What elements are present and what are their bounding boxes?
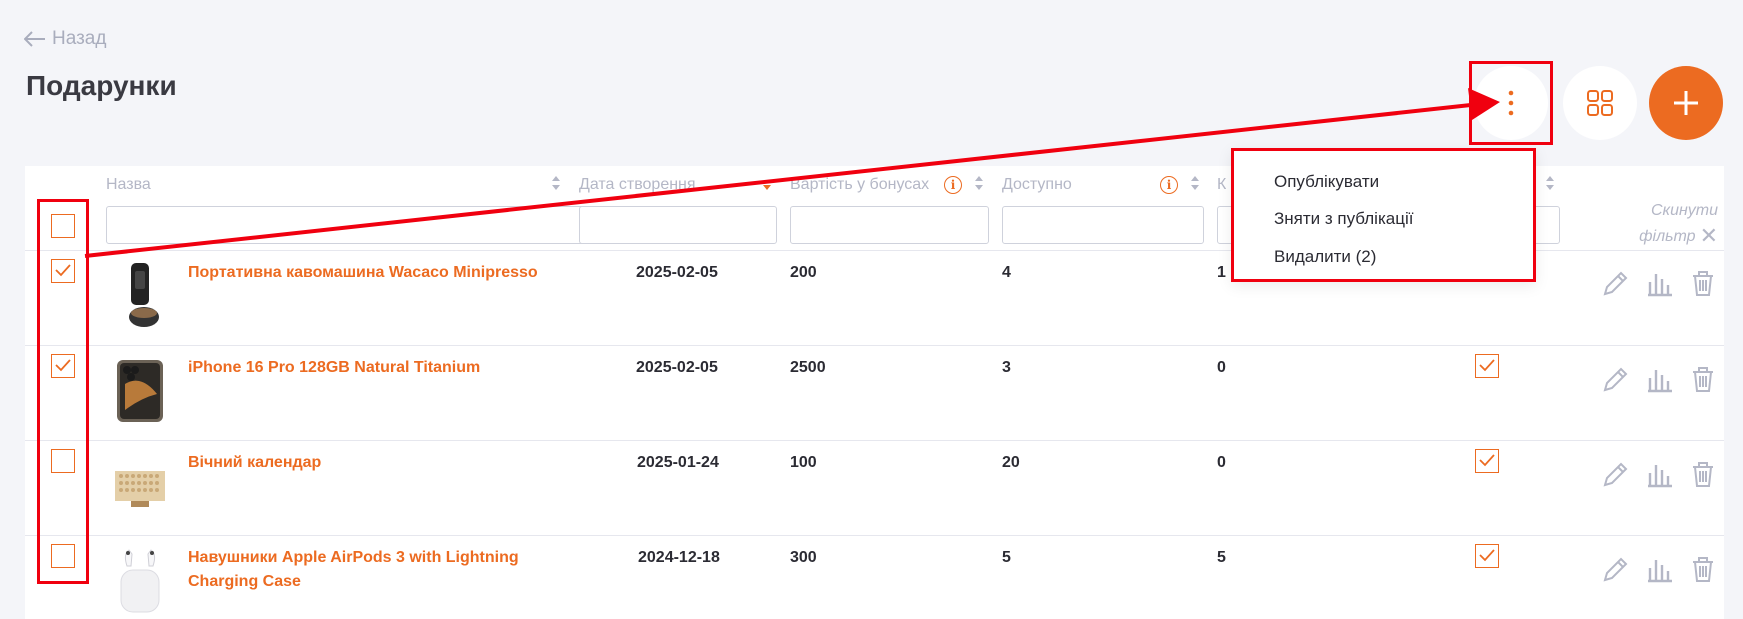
grid-view-button[interactable] [1563,66,1637,140]
date-cell: 2024-12-18 [638,549,720,566]
edit-icon[interactable] [1601,459,1631,489]
menu-item-unpublish[interactable]: Зняти з публікації [1274,209,1413,229]
cost-cell: 2500 [790,359,826,376]
count-cell: 0 [1217,359,1226,376]
product-image [129,263,159,327]
published-checkbox[interactable] [1475,354,1499,378]
product-name-link[interactable]: iPhone 16 Pro 128GB Natural Titanium [188,356,558,380]
table-row: Навушники Apple AirPods 3 with Lightning… [25,535,1724,619]
product-image [117,360,163,422]
more-vertical-icon [1508,90,1514,116]
count-cell: 5 [1217,549,1226,566]
table-row: iPhone 16 Pro 128GB Natural Titanium 202… [25,345,1724,440]
cost-cell: 300 [790,549,817,566]
checkmark-icon [1479,359,1495,372]
filter-name-input[interactable] [106,206,592,244]
trash-icon[interactable] [1688,554,1718,584]
filter-date-input[interactable] [579,206,777,244]
published-checkbox[interactable] [1475,449,1499,473]
column-header-count[interactable]: К [1217,176,1226,194]
product-name-link[interactable]: Навушники Apple AirPods 3 with Lightning… [188,546,558,594]
trash-icon[interactable] [1688,459,1718,489]
select-all-checkbox[interactable] [51,214,75,238]
column-header-cost[interactable]: Вартість у бонусах [790,176,929,194]
column-header-available[interactable]: Доступно [1002,176,1072,194]
sort-icon[interactable] [974,174,984,192]
cost-cell: 200 [790,264,817,281]
page-title: Подарунки [26,70,177,101]
edit-icon[interactable] [1601,554,1631,584]
reset-filter-label: Скинути [1650,202,1718,219]
sort-icon[interactable] [1545,174,1555,192]
edit-icon[interactable] [1601,364,1631,394]
row-checkbox[interactable] [51,449,75,473]
stats-icon[interactable] [1645,364,1675,394]
checkmark-icon [55,359,71,372]
available-cell: 4 [1002,264,1011,281]
info-icon[interactable]: i [1160,176,1178,194]
reset-filter-label: фільтр [1639,228,1696,245]
published-checkbox[interactable] [1475,544,1499,568]
available-cell: 5 [1002,549,1011,566]
count-cell: 1 [1217,264,1226,281]
date-cell: 2025-02-05 [636,264,718,281]
plus-icon [1674,91,1698,115]
trash-icon[interactable] [1688,268,1718,298]
product-name-link[interactable]: Вічний календар [188,451,558,475]
reset-filter-button[interactable]: Скинути фільтр ✕ [1628,198,1718,249]
arrow-left-icon [24,31,45,47]
back-link[interactable]: Назад [24,28,106,50]
available-cell: 20 [1002,454,1020,471]
row-checkbox[interactable] [51,544,75,568]
stats-icon[interactable] [1645,268,1675,298]
close-icon: ✕ [1699,223,1718,248]
sort-icon[interactable] [1190,174,1200,192]
info-icon[interactable]: i [944,176,962,194]
count-cell: 0 [1217,454,1226,471]
stats-icon[interactable] [1645,459,1675,489]
menu-item-publish[interactable]: Опублікувати [1274,172,1379,192]
sort-icon[interactable] [551,174,561,192]
edit-icon[interactable] [1601,268,1631,298]
column-header-date[interactable]: Дата створення [579,176,724,194]
back-label: Назад [52,28,107,49]
filter-available-input[interactable] [1002,206,1204,244]
product-image [120,549,160,613]
checkmark-icon [1479,454,1495,467]
menu-item-delete[interactable]: Видалити (2) [1274,247,1376,267]
date-cell: 2025-01-24 [637,454,719,471]
filter-cost-input[interactable] [790,206,989,244]
more-actions-button[interactable] [1474,66,1548,140]
grid-icon [1587,90,1613,116]
product-image [115,471,165,507]
bulk-actions-menu: Опублікувати Зняти з публікації Видалити… [1231,148,1536,282]
sort-icon[interactable] [762,174,772,192]
row-checkbox[interactable] [51,259,75,283]
trash-icon[interactable] [1688,364,1718,394]
checkmark-icon [1479,549,1495,562]
stats-icon[interactable] [1645,554,1675,584]
table-row: Вічний календар 2025-01-24 100 20 0 [25,440,1724,535]
column-header-name[interactable]: Назва [106,176,151,194]
add-gift-button[interactable] [1649,66,1723,140]
cost-cell: 100 [790,454,817,471]
checkmark-icon [55,264,71,277]
row-checkbox[interactable] [51,354,75,378]
date-cell: 2025-02-05 [636,359,718,376]
product-name-link[interactable]: Портативна кавомашина Wacaco Minipresso [188,261,558,285]
available-cell: 3 [1002,359,1011,376]
